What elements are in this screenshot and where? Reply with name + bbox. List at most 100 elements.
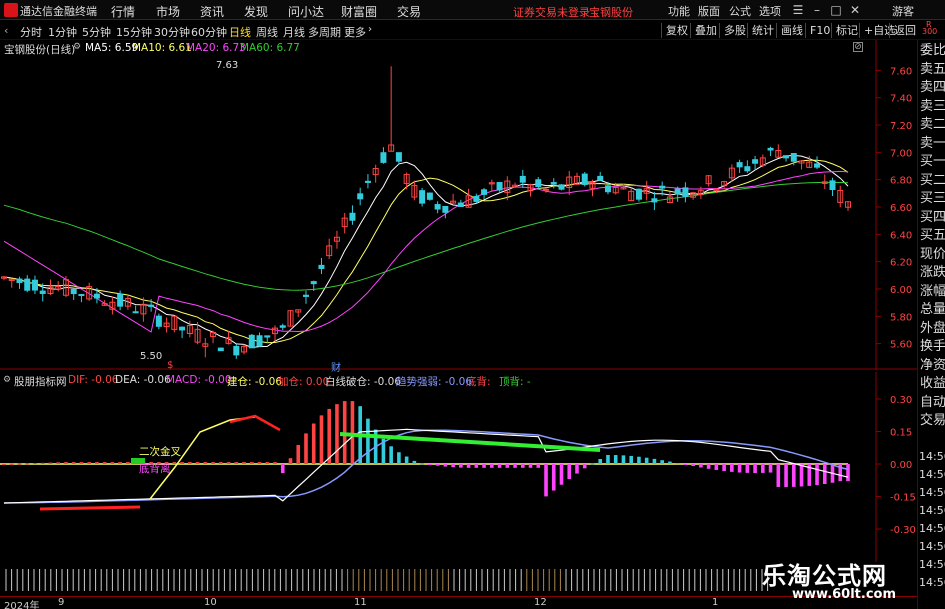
diejia-button[interactable]: 叠加: [690, 23, 721, 38]
macd-histogram-bar: [48, 462, 53, 464]
f10-button[interactable]: F10: [805, 23, 834, 38]
date-tick-10: 10: [204, 597, 217, 608]
date-year-label: 2024年: [4, 601, 40, 609]
minimize-icon[interactable]: –: [808, 2, 826, 18]
period-30min[interactable]: 30分钟: [154, 24, 190, 40]
menu-caifuquan[interactable]: 财富圈: [341, 3, 377, 20]
y-tick-label: 5.60: [890, 340, 912, 351]
chevron-left-icon[interactable]: ‹: [4, 24, 8, 37]
chevron-right-icon[interactable]: ›: [368, 24, 372, 35]
macd-histogram-bar: [606, 454, 610, 464]
jiancang-label: 建仓: -0.06: [227, 376, 283, 388]
menu-shichang[interactable]: 市场: [156, 3, 180, 20]
second-golden-cross-annotation: 二次金叉: [139, 446, 181, 458]
candle-down: [318, 264, 325, 269]
period-60min[interactable]: 60分钟: [191, 24, 227, 40]
macd-histogram-bar: [234, 462, 239, 464]
tick-time: 14:56: [919, 486, 945, 499]
dividend-marker[interactable]: $: [167, 360, 173, 371]
huaxian-button[interactable]: 画线: [776, 23, 807, 38]
menu-gongshi[interactable]: 公式: [729, 3, 751, 19]
tick-time: 14:56: [919, 522, 945, 535]
macd-histogram-bar: [172, 462, 177, 464]
period-5min[interactable]: 5分钟: [82, 24, 111, 40]
duogu-button[interactable]: 多股: [719, 23, 750, 38]
candle-down: [148, 304, 155, 307]
candle-down: [442, 205, 449, 213]
macd-indicator-chart[interactable]: 0.30 0.15 0.00 -0.15 -0.30 ⚙ 股朋指标网 DIF: -0.0…: [0, 372, 917, 562]
skin-icon[interactable]: ☰: [789, 2, 807, 18]
macd-histogram-bar: [9, 463, 14, 465]
login-alert[interactable]: 证券交易未登录: [513, 4, 590, 20]
maximize-icon[interactable]: □: [827, 2, 845, 18]
macd-histogram-bar: [497, 464, 502, 468]
indicator-gear-icon[interactable]: ⚙: [3, 375, 11, 385]
macd-histogram-bar: [335, 404, 339, 464]
period-multi[interactable]: 多周期: [308, 24, 341, 40]
side-panel-label[interactable]: 自动: [920, 394, 945, 412]
period-1min[interactable]: 1分钟: [48, 24, 77, 40]
baixian-label: 白线破仓: -0.06: [325, 376, 402, 388]
macd-y-tick-label: -0.30: [890, 525, 916, 536]
candle-down: [31, 279, 38, 291]
menu-youke[interactable]: 游客: [892, 3, 914, 19]
ma10-label: MA10: 6.61: [132, 42, 192, 54]
period-fenshi[interactable]: 分时: [20, 24, 42, 40]
macd-histogram-bar: [79, 462, 84, 464]
y-tick-label: 6.60: [890, 203, 912, 214]
collapse-icon[interactable]: ⊘: [853, 42, 863, 52]
menu-banmian[interactable]: 版面: [698, 3, 720, 19]
side-panel-label[interactable]: 交易: [920, 412, 945, 430]
candle-down: [364, 180, 371, 183]
menu-zixun[interactable]: 资讯: [200, 3, 224, 20]
dibei-label: 底背:: [466, 376, 491, 388]
menu-wenxiaoda[interactable]: 问小达: [288, 3, 324, 20]
macd-histogram-bar: [95, 462, 99, 464]
side-panel-label: 总量: [920, 302, 945, 317]
macd-histogram-bar: [188, 462, 192, 464]
back-button[interactable]: 返回: [889, 23, 920, 38]
tongji-button[interactable]: 统计: [747, 23, 778, 38]
period-more[interactable]: 更多: [344, 24, 366, 40]
biaoji-button[interactable]: 标记: [831, 23, 862, 38]
period-weekly[interactable]: 周线: [256, 24, 278, 40]
candle-down: [814, 163, 821, 168]
period-daily[interactable]: 日线: [229, 24, 251, 40]
candle-down: [682, 187, 689, 198]
macd-histogram-bar: [25, 463, 30, 465]
candle-down: [635, 188, 642, 200]
macd-histogram-bar: [513, 464, 517, 468]
close-icon[interactable]: ✕: [846, 2, 864, 18]
dingbei-label: 顶背: -: [499, 376, 531, 388]
macd-histogram-bar: [226, 462, 231, 464]
menu-faxian[interactable]: 发现: [244, 3, 268, 20]
candle-down: [597, 175, 604, 181]
menu-xuanxiang[interactable]: 选项: [759, 3, 781, 19]
settings-gear-icon[interactable]: ⚙: [73, 42, 81, 52]
menu-gongneng[interactable]: 功能: [668, 3, 690, 19]
macd-histogram-bar: [280, 464, 285, 474]
candle-down: [752, 159, 759, 164]
period-15min[interactable]: 15分钟: [116, 24, 152, 40]
side-panel-label: 卖二: [920, 117, 945, 132]
candle-down: [744, 166, 751, 172]
macd-histogram-bar: [536, 464, 541, 468]
macd-histogram-bar: [459, 464, 463, 468]
macd-histogram-bar: [33, 463, 37, 465]
tick-time: 14:56: [919, 540, 945, 553]
fuquan-button[interactable]: 复权: [661, 23, 692, 38]
candle-down: [248, 334, 255, 349]
macd-histogram-bar: [404, 456, 409, 464]
macd-histogram-bar: [598, 458, 603, 464]
menu-hangqing[interactable]: 行情: [111, 3, 135, 20]
menu-jiaoyi[interactable]: 交易: [397, 3, 421, 20]
macd-histogram-bar: [87, 462, 91, 464]
candle-down: [117, 293, 124, 307]
date-axis: 2024年 9 10 11 12 1: [0, 596, 917, 609]
macd-histogram-bar: [815, 464, 819, 486]
period-monthly[interactable]: 月线: [283, 24, 305, 40]
macd-histogram-bar: [691, 464, 695, 467]
macd-histogram-bar: [474, 464, 479, 468]
candlestick-chart[interactable]: 7.60 7.40 7.20 7.00 6.80 6.60 6.40 6.20 6.00 5.80…: [0, 40, 917, 374]
side-panel-label: 现价: [920, 246, 945, 262]
